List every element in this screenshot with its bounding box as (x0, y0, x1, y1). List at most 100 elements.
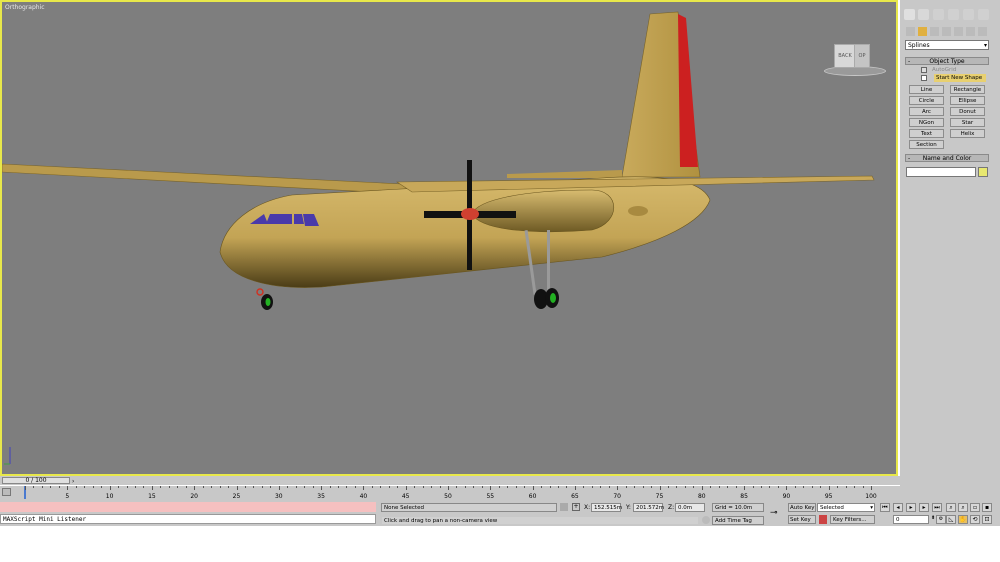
viewcube-face-top[interactable]: OP (854, 44, 870, 68)
orbit-icon[interactable]: ⟲ (970, 515, 980, 524)
track-bar[interactable]: 5 10 15 20 25 30 35 40 45 50 55 60 65 70 75 80 85 90 95 100 (0, 486, 900, 500)
start-new-shape-label[interactable]: Start New Shape (934, 74, 986, 82)
ruler-minor-tick (439, 486, 441, 488)
key-icon[interactable]: ⊸ (770, 508, 778, 518)
x-coordinate[interactable]: 152.515m (591, 503, 622, 512)
create-tab-icon[interactable] (904, 9, 915, 20)
time-slider-thumb[interactable]: 0 / 100 (2, 477, 70, 484)
geometry-icon[interactable] (906, 27, 915, 36)
donut-button[interactable]: Donut (950, 107, 985, 116)
circle-button[interactable]: Circle (909, 96, 944, 105)
add-time-tag-button[interactable]: Add Time Tag (712, 516, 764, 525)
ruler-minor-tick (583, 486, 585, 488)
spacewarps-icon[interactable] (966, 27, 975, 36)
y-coordinate[interactable]: 201.572m (633, 503, 664, 512)
ruler-minor-tick (811, 486, 813, 488)
track-bar-menu-icon[interactable] (2, 488, 11, 496)
lock-selection-icon[interactable] (560, 503, 568, 511)
ngon-button[interactable]: NGon (909, 118, 944, 127)
ruler-minor-tick (270, 486, 272, 488)
name-color-rollout-header[interactable]: - Name and Color (905, 154, 989, 162)
ruler-minor-tick (642, 486, 644, 488)
zoom-icon[interactable]: ⌕ (946, 503, 956, 512)
time-slider[interactable] (0, 476, 900, 485)
lights-icon[interactable] (930, 27, 939, 36)
ruler-minor-tick (244, 486, 246, 488)
ruler-minor-tick (287, 486, 289, 488)
ruler-minor-tick (667, 486, 669, 488)
star-button[interactable]: Star (950, 118, 985, 127)
category-dropdown[interactable]: Splines ▾ (905, 40, 989, 50)
play-icon[interactable]: ▸ (906, 503, 916, 512)
maxscript-listener-input[interactable]: MAXScript Mini Listener (0, 514, 376, 524)
ruler-minor-tick (177, 486, 179, 488)
ruler-tick (151, 486, 153, 490)
start-new-shape-checkbox[interactable] (921, 75, 927, 81)
section-button[interactable]: Section (909, 140, 944, 149)
hierarchy-tab-icon[interactable] (933, 9, 944, 20)
object-name-input[interactable] (906, 167, 976, 177)
autogrid-checkbox[interactable] (921, 67, 927, 73)
time-tag-icon (702, 516, 710, 524)
ruler-tick-label: 5 (65, 493, 70, 500)
ruler-minor-tick (608, 486, 610, 488)
line-button[interactable]: Line (909, 85, 944, 94)
previous-frame-icon[interactable]: ◂ (893, 503, 903, 512)
key-filters-button[interactable]: Key Filters... (830, 515, 875, 524)
auto-key-button[interactable]: Auto Key (788, 503, 816, 512)
viewcube-face-back[interactable]: BACK (834, 44, 856, 68)
current-frame-input[interactable]: 0 (893, 515, 929, 524)
ruler-tick-label: 60 (528, 493, 537, 500)
ruler-minor-tick (794, 486, 796, 488)
shapes-icon[interactable] (918, 27, 927, 36)
helpers-icon[interactable] (954, 27, 963, 36)
set-key-icon[interactable] (819, 515, 827, 524)
key-mode-dropdown[interactable]: Selected ▾ (817, 503, 875, 512)
maxscript-listener-output[interactable] (0, 502, 376, 512)
cameras-icon[interactable] (942, 27, 951, 36)
ruler-tick-label: 50 (444, 493, 452, 500)
object-type-rollout-header[interactable]: - Object Type (905, 57, 989, 65)
rectangle-button[interactable]: Rectangle (950, 85, 985, 94)
maximize-viewport-icon[interactable]: ⊡ (982, 515, 992, 524)
text-button[interactable]: Text (909, 129, 944, 138)
z-coordinate[interactable]: 0.0m (675, 503, 705, 512)
propeller-spinner (461, 208, 479, 220)
utilities-tab-icon[interactable] (978, 9, 989, 20)
systems-icon[interactable] (978, 27, 987, 36)
modify-tab-icon[interactable] (918, 9, 929, 20)
pan-view-icon[interactable]: ✋ (958, 515, 968, 524)
absolute-mode-icon[interactable]: + (572, 503, 580, 511)
helix-button[interactable]: Helix (950, 129, 985, 138)
zoom-extents-icon[interactable]: ▫ (970, 503, 980, 512)
spinner-icon[interactable]: ⬍ (931, 515, 935, 521)
zoom-all-icon[interactable]: ⌕ (958, 503, 968, 512)
arc-button[interactable]: Arc (909, 107, 944, 116)
ellipse-button[interactable]: Ellipse (950, 96, 985, 105)
ruler-minor-tick (160, 486, 162, 488)
ruler-minor-tick (202, 486, 204, 488)
ruler-minor-tick (600, 486, 602, 488)
go-to-end-icon[interactable]: ⏭ (932, 503, 942, 512)
display-tab-icon[interactable] (963, 9, 974, 20)
ruler-minor-tick (219, 486, 221, 488)
time-config-icon[interactable]: ⚙ (936, 515, 946, 524)
ruler-minor-tick (524, 486, 526, 488)
zoom-extents-all-icon[interactable]: ▪ (982, 503, 992, 512)
viewport-label[interactable]: Orthographic (5, 4, 45, 11)
motion-tab-icon[interactable] (948, 9, 959, 20)
field-of-view-icon[interactable]: ◺ (946, 515, 956, 524)
viewcube[interactable]: BACK OP (820, 40, 886, 76)
set-key-button[interactable]: Set Key (788, 515, 816, 524)
go-to-start-icon[interactable]: ⏮ (880, 503, 890, 512)
next-frame-icon[interactable]: ▸ (919, 503, 929, 512)
next-frame-icon[interactable]: › (72, 478, 74, 485)
chevron-down-icon: ▾ (983, 42, 987, 49)
object-color-swatch[interactable] (978, 167, 988, 177)
ruler-minor-tick (371, 486, 373, 488)
ruler-tick-label: 90 (782, 493, 791, 500)
perspective-viewport[interactable]: Orthographic BACK OP (0, 0, 898, 476)
ruler-minor-tick (354, 486, 356, 488)
ruler-tick-label: 40 (359, 493, 368, 500)
ruler-minor-tick (304, 486, 306, 488)
